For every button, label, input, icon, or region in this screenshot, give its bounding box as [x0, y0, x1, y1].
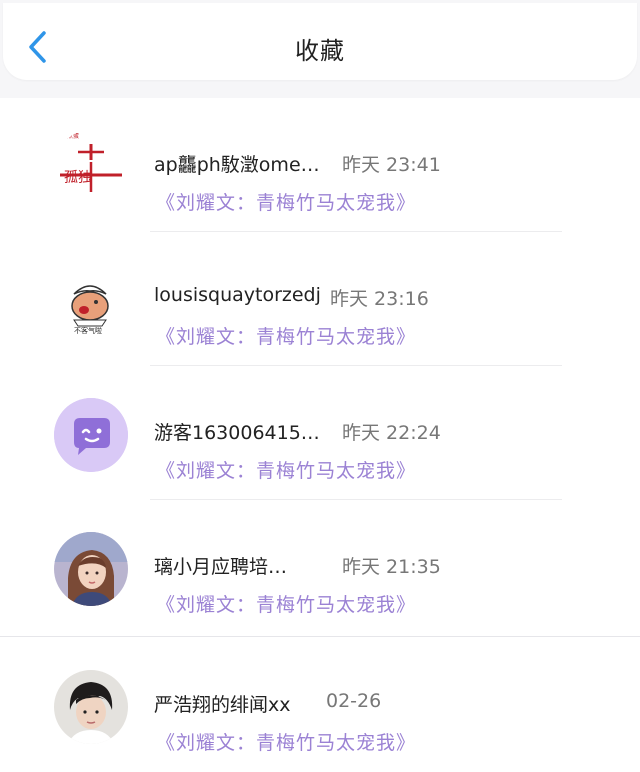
timestamp: 昨天 21:35 [342, 556, 441, 578]
avatar: 点点蛋 孤独 [54, 130, 128, 204]
avatar-label: 孤独 [64, 170, 92, 186]
illustrated-portrait-image [54, 532, 128, 606]
favorite-item[interactable]: 游客163006415… 昨天 22:24 《刘耀文：青梅竹马太宠我》 [0, 366, 640, 500]
top-bar: 收藏 [3, 3, 637, 80]
avatar [54, 532, 128, 606]
guest-avatar [54, 398, 128, 472]
favorite-item[interactable]: 璃小月应聘培… 昨天 21:35 《刘耀文：青梅竹马太宠我》 [0, 500, 640, 634]
book-title[interactable]: 《刘耀文：青梅竹马太宠我》 [156, 590, 416, 617]
lonely-avatar-image: 点点蛋 孤独 [54, 130, 128, 204]
timestamp: 昨天 23:16 [330, 288, 429, 310]
avatar-label: 不客气啦 [74, 326, 102, 335]
favorite-item[interactable]: 严浩翔的绯闻xx 02-26 《刘耀文：青梅竹马太宠我》 [0, 638, 640, 772]
guest-chat-icon [54, 398, 128, 472]
user-name: ap龘ph駇澂ome… [154, 154, 320, 176]
avatar-small-label: 点点蛋 [61, 132, 79, 140]
user-name: 游客163006415… [154, 422, 320, 444]
book-title[interactable]: 《刘耀文：青梅竹马太宠我》 [156, 456, 416, 483]
avatar: 不客气啦 [54, 264, 128, 338]
timestamp: 昨天 22:24 [342, 422, 441, 444]
user-name: 璃小月应聘培… [154, 556, 288, 578]
timestamp: 昨天 23:41 [342, 154, 441, 176]
avatar [54, 670, 128, 744]
favorite-item[interactable]: 不客气啦 lousisquaytorzedj 昨天 23:16 《刘耀文：青梅竹… [0, 232, 640, 366]
photo-portrait-image [54, 670, 128, 744]
book-title[interactable]: 《刘耀文：青梅竹马太宠我》 [156, 188, 416, 215]
timestamp: 02-26 [326, 690, 382, 712]
page-title: 收藏 [295, 37, 345, 65]
favorites-list: 点点蛋 孤独 ap龘ph駇澂ome… 昨天 23:41 《刘耀文：青梅竹马太宠我… [0, 98, 640, 772]
divider [0, 636, 640, 637]
user-name: lousisquaytorzedj [154, 284, 321, 306]
cartoon-avatar-image: 不客气啦 [54, 264, 128, 338]
book-title[interactable]: 《刘耀文：青梅竹马太宠我》 [156, 728, 416, 755]
user-name: 严浩翔的绯闻xx [154, 694, 291, 716]
favorite-item[interactable]: 点点蛋 孤独 ap龘ph駇澂ome… 昨天 23:41 《刘耀文：青梅竹马太宠我… [0, 98, 640, 232]
book-title[interactable]: 《刘耀文：青梅竹马太宠我》 [156, 322, 416, 349]
